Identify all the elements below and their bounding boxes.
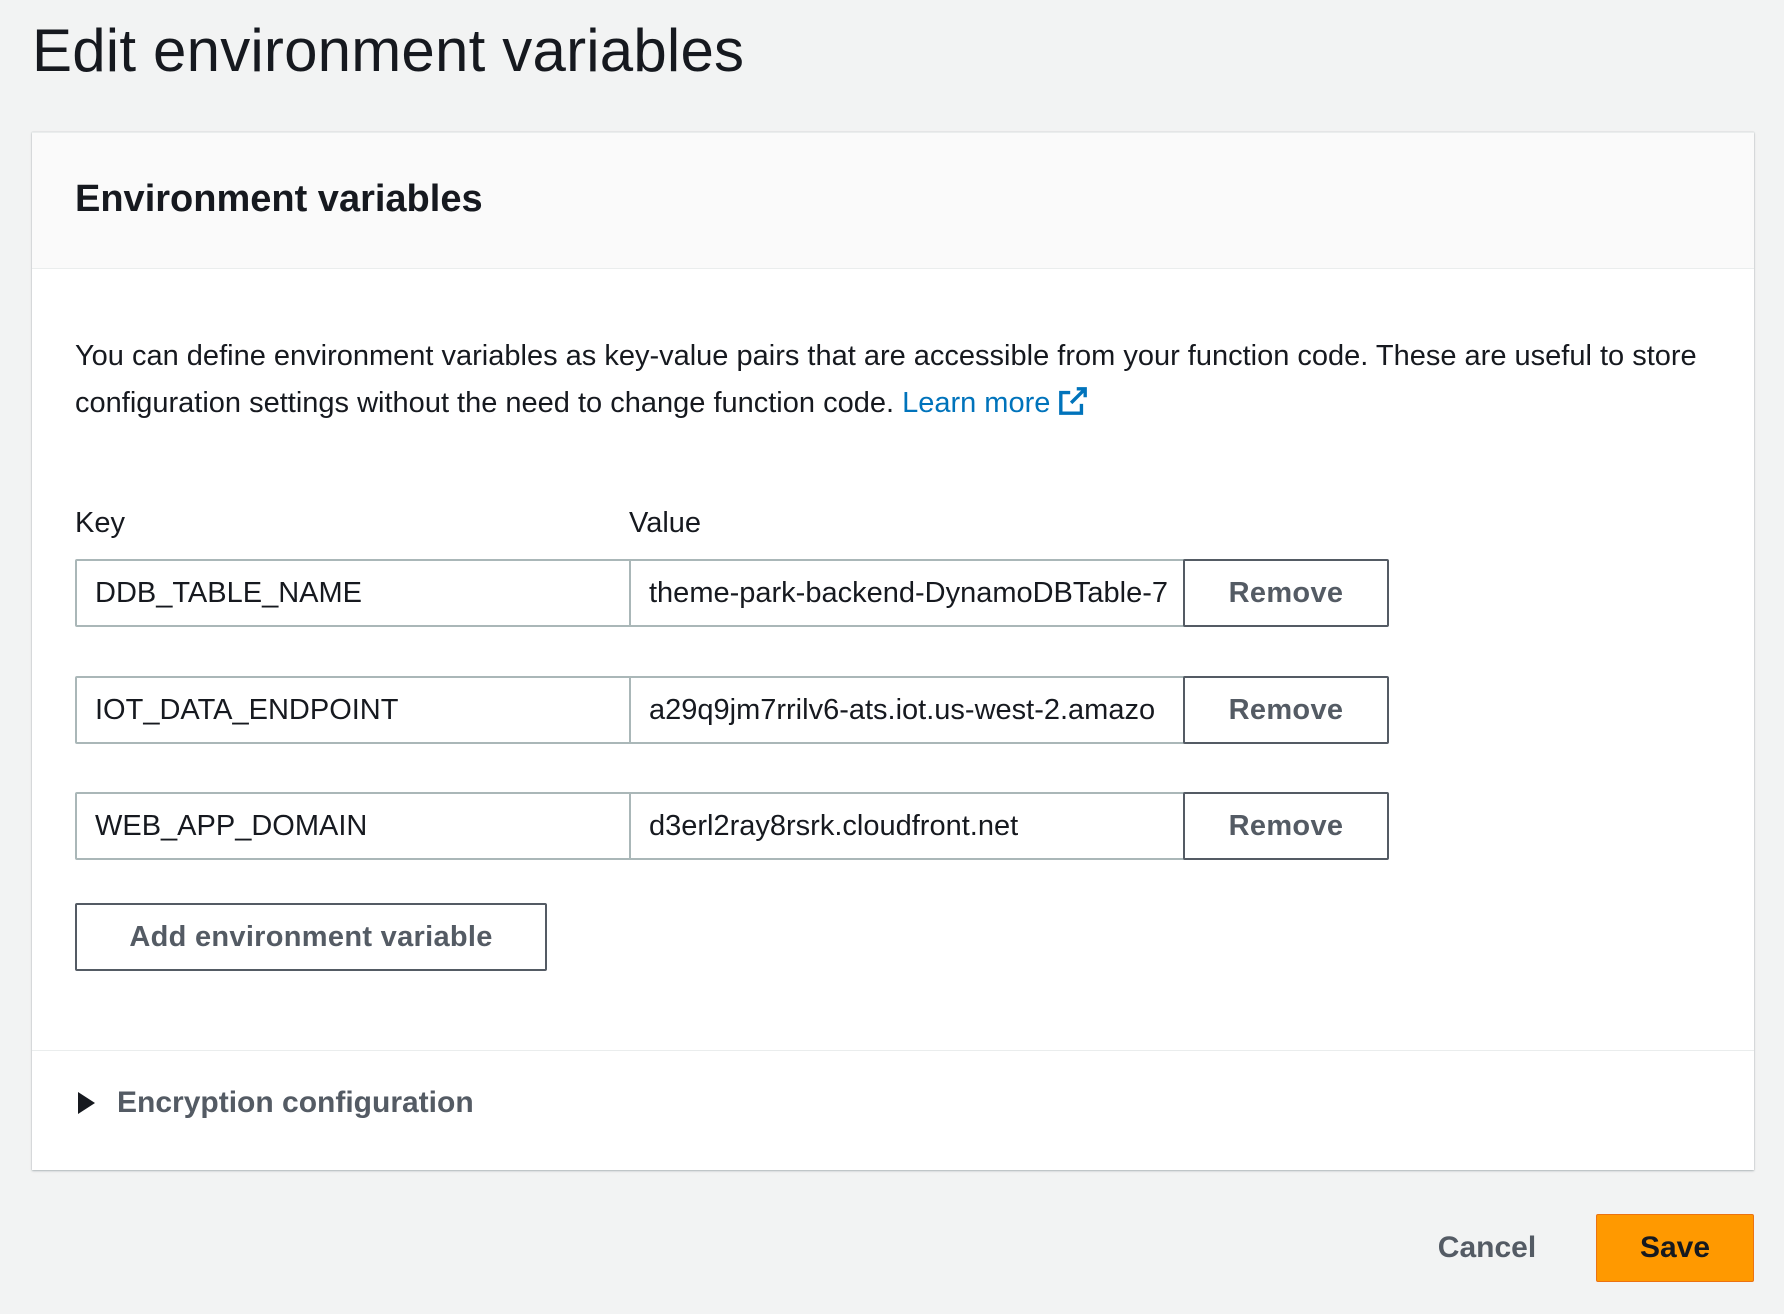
panel-header: Environment variables [32,133,1754,269]
panel-divider [32,1050,1754,1051]
learn-more-label: Learn more [902,387,1051,419]
save-button[interactable]: Save [1596,1214,1754,1282]
env-value-input-3[interactable] [629,792,1215,860]
panel-title: Environment variables [75,178,483,220]
encryption-configuration-label: Encryption configuration [117,1086,474,1119]
value-column-label: Value [629,507,702,539]
remove-button-2[interactable]: Remove [1183,676,1389,744]
env-key-input-2[interactable] [75,676,661,744]
env-key-input-1[interactable] [75,559,661,627]
description-text: You can define environment variables as … [75,340,1697,419]
caret-right-icon [78,1092,95,1114]
learn-more-link[interactable]: Learn more [902,387,1088,419]
page-title: Edit environment variables [32,17,745,84]
env-value-input-2[interactable] [629,676,1215,744]
add-environment-variable-button[interactable]: Add environment variable [75,903,547,971]
env-value-input-1[interactable] [629,559,1215,627]
environment-variables-panel: Environment variables You can define env… [32,132,1754,1170]
remove-button-3[interactable]: Remove [1183,792,1389,860]
key-column-label: Key [75,507,125,539]
remove-button-1[interactable]: Remove [1183,559,1389,627]
external-link-icon [1059,387,1088,415]
cancel-button[interactable]: Cancel [1412,1214,1562,1282]
env-key-input-3[interactable] [75,792,661,860]
encryption-configuration-expander[interactable]: Encryption configuration [75,1083,474,1123]
panel-description: You can define environment variables as … [75,333,1735,427]
